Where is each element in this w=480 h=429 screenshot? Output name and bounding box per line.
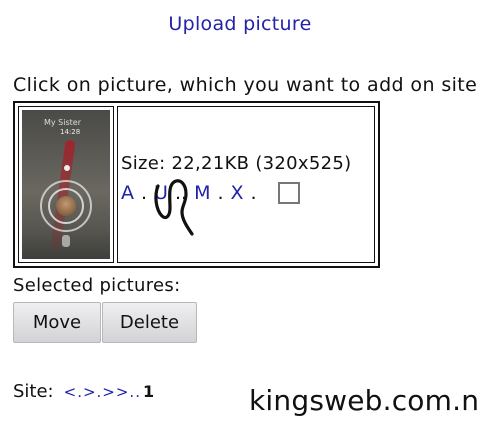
picture-thumbnail[interactable]: My Sister 14:28 [22, 110, 110, 259]
site-label: Site: [13, 381, 54, 402]
action-x-link[interactable]: X [231, 182, 244, 204]
current-page-number: 1 [142, 382, 155, 401]
action-separator: . [217, 182, 224, 204]
thumbnail-face [56, 196, 76, 216]
action-u-link[interactable]: U [154, 182, 168, 204]
action-a-link[interactable]: A [121, 182, 134, 204]
picture-info-cell: Size: 22,21KB (320x525) A . U .. M . X . [117, 106, 375, 263]
site-pager-row: Site: <.>.>>.. 1 [13, 381, 154, 402]
upload-picture-link[interactable]: Upload picture [0, 13, 480, 35]
thumbnail-title: My Sister [44, 118, 81, 127]
thumbnail-time: 14:28 [60, 128, 81, 136]
action-m-link[interactable]: M [194, 182, 210, 204]
move-button[interactable]: Move [13, 302, 101, 343]
pager-links[interactable]: <.>.>>.. [64, 383, 141, 401]
picture-size: Size: 22,21KB (320x525) [121, 153, 352, 174]
picture-table: My Sister 14:28 Size: 22,21KB (320x525) … [13, 101, 380, 268]
selected-pictures-label: Selected pictures: [13, 275, 181, 296]
thumbnail-cell: My Sister 14:28 [18, 106, 114, 263]
instruction-text: Click on picture, which you want to add … [13, 74, 478, 96]
picture-actions: A . U .. M . X . [121, 182, 374, 204]
watermark-text: kingsweb.com.ng [249, 384, 480, 417]
delete-button[interactable]: Delete [102, 302, 197, 343]
thumbnail-dot [64, 165, 70, 171]
action-separator: . [250, 182, 257, 204]
action-separator: .. [174, 182, 188, 204]
thumbnail-bottom-icon [62, 235, 70, 247]
select-checkbox[interactable] [277, 182, 300, 204]
action-separator: . [141, 182, 148, 204]
